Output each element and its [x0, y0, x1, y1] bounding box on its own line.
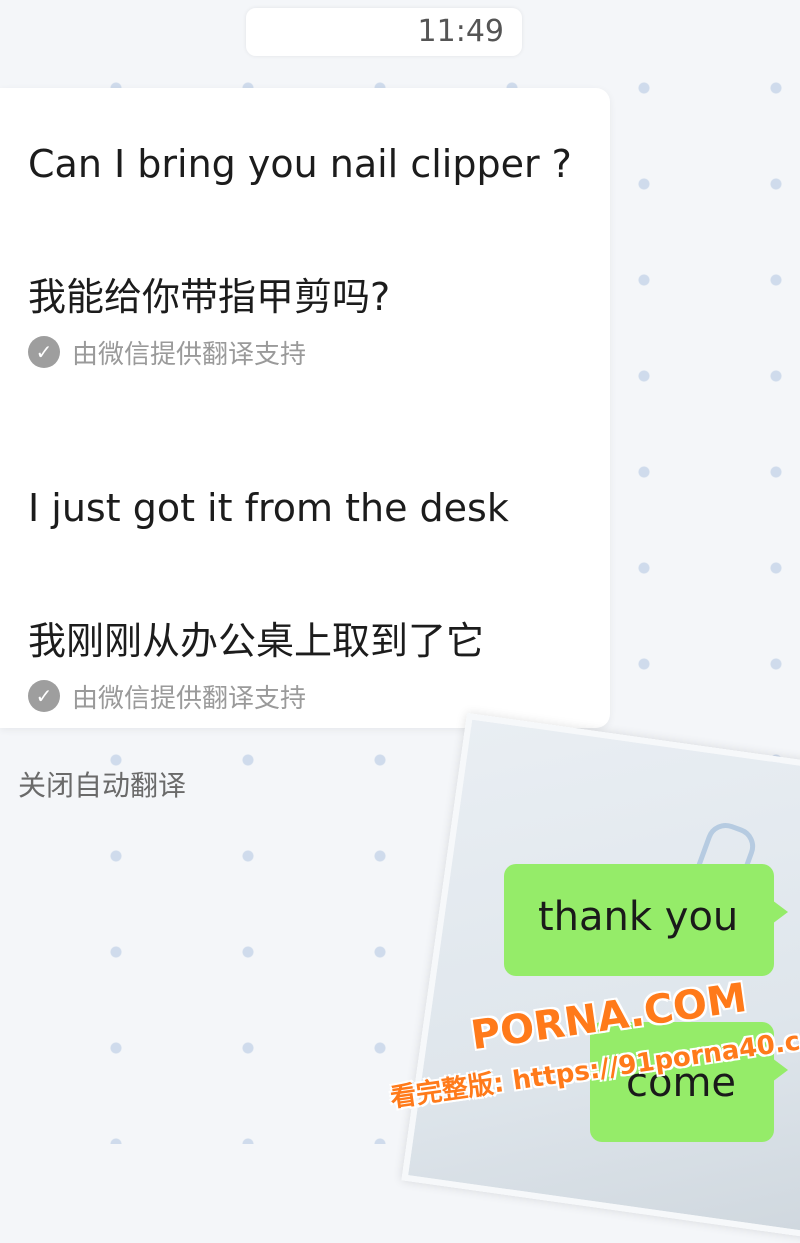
translation-note-2: ✓ 由微信提供翻译支持 — [28, 678, 306, 714]
translation-note-1: ✓ 由微信提供翻译支持 — [28, 334, 306, 370]
turn-off-auto-translate-link[interactable]: 关闭自动翻译 — [18, 764, 186, 804]
translation-note-text: 由微信提供翻译支持 — [72, 339, 307, 370]
translation-note-text: 由微信提供翻译支持 — [72, 683, 307, 714]
timestamp-pill: 11:49 — [246, 8, 522, 56]
message-original-2: I just got it from the desk — [28, 486, 509, 530]
check-icon: ✓ — [28, 680, 60, 712]
incoming-message-bubble[interactable]: Can I bring you nail clipper ? 我能给你带指甲剪吗… — [0, 88, 610, 728]
outgoing-message-text: thank you — [538, 894, 739, 940]
message-original-1: Can I bring you nail clipper ? — [28, 142, 572, 186]
check-icon: ✓ — [28, 336, 60, 368]
timestamp: 11:49 — [417, 14, 504, 49]
outgoing-message-bubble[interactable]: thank you — [504, 864, 788, 976]
message-translation-2: 我刚刚从办公桌上取到了它 — [28, 619, 485, 663]
message-translation-1: 我能给你带指甲剪吗? — [28, 275, 391, 319]
